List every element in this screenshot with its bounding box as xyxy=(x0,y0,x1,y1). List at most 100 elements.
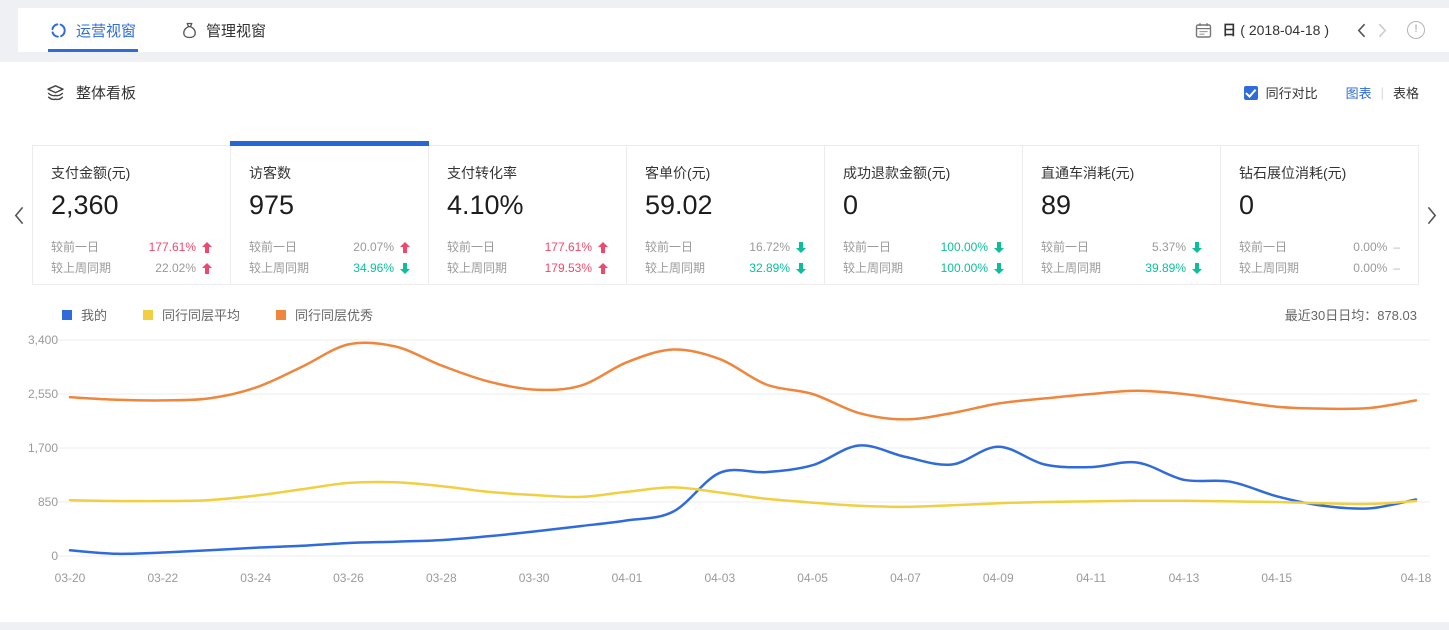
metric-card[interactable]: 成功退款金额(元)0较前一日100.00%较上周同期100.00% xyxy=(825,145,1023,285)
compare-value: 100.00% xyxy=(941,258,988,279)
x-tick-label: 03-30 xyxy=(519,571,550,585)
compare-row: 较前一日 100.00% xyxy=(843,237,1004,258)
y-tick-label: 3,400 xyxy=(28,333,58,347)
legend-swatch xyxy=(276,310,286,320)
compare-value-group: 5.37% xyxy=(1152,237,1202,258)
arrow-down-icon xyxy=(400,263,410,274)
compare-row: 较上周同期 22.02% xyxy=(51,258,212,279)
compare-value-group: 22.02% xyxy=(155,258,212,279)
metric-title: 访客数 xyxy=(249,163,410,183)
arrow-up-icon xyxy=(202,263,212,274)
metric-title: 钻石展位消耗(元) xyxy=(1239,163,1400,183)
legend-item[interactable]: 同行同层平均 xyxy=(143,305,240,324)
compare-row: 较上周同期39.89% xyxy=(1041,258,1202,279)
metric-value: 59.02 xyxy=(645,190,806,221)
cards-next-arrow[interactable] xyxy=(1419,206,1445,225)
avg-30day-note: 最近30日日均：878.03 xyxy=(1285,305,1417,324)
compare-label: 较前一日 xyxy=(1041,237,1089,258)
x-axis-labels: 03-2003-2203-2403-2603-2803-3004-0104-03… xyxy=(55,571,1432,585)
legend-swatch xyxy=(143,310,153,320)
x-tick-label: 04-13 xyxy=(1169,571,1200,585)
prev-date-button[interactable] xyxy=(1351,23,1372,38)
board-title: 整体看板 xyxy=(76,82,136,103)
top-navbar: 运营视窗 管理视窗 日 ( 2018-04-18 ) ! xyxy=(18,8,1449,52)
compare-label: 较前一日 xyxy=(645,237,693,258)
metric-title: 支付金额(元) xyxy=(51,163,212,183)
info-icon[interactable]: ! xyxy=(1407,21,1425,39)
view-tabs: 运营视窗 管理视窗 xyxy=(48,8,268,52)
metric-title: 客单价(元) xyxy=(645,163,806,183)
compare-row: 较上周同期 0.00%– xyxy=(1239,258,1400,279)
compare-label: 较前一日 xyxy=(843,237,891,258)
compare-row: 较前一日177.61% xyxy=(51,237,212,258)
arrow-up-icon xyxy=(400,242,410,253)
x-tick-label: 04-11 xyxy=(1076,571,1106,585)
board-header: 整体看板 同行对比 图表 | 表格 xyxy=(0,82,1449,103)
peer-compare-checkbox[interactable] xyxy=(1244,86,1258,100)
date-granularity-label[interactable]: 日 xyxy=(1222,20,1236,40)
metric-compare-rows: 较前一日 0.00%–较上周同期 0.00%– xyxy=(1239,237,1400,279)
legend-swatch xyxy=(62,310,72,320)
compare-label: 较前一日 xyxy=(249,237,297,258)
dashboard-panel: 整体看板 同行对比 图表 | 表格 支付金额(元)2,360较前一日177.61… xyxy=(0,62,1449,622)
compare-label: 较上周同期 xyxy=(51,258,111,279)
compare-value: 179.53% xyxy=(545,258,592,279)
compare-row: 较前一日 5.37% xyxy=(1041,237,1202,258)
board-controls: 同行对比 图表 | 表格 xyxy=(1244,83,1419,102)
tab-operations-view[interactable]: 运营视窗 xyxy=(48,8,138,52)
compare-value: 0.00% xyxy=(1353,258,1387,279)
metric-cards-carousel: 支付金额(元)2,360较前一日177.61%较上周同期22.02%访客数975… xyxy=(6,145,1445,285)
arrow-down-icon xyxy=(1192,263,1202,274)
x-tick-label: 03-28 xyxy=(426,571,457,585)
series-line-同行同层优秀 xyxy=(70,343,1416,420)
metric-card[interactable]: 支付金额(元)2,360较前一日177.61%较上周同期22.02% xyxy=(32,145,231,285)
compare-value: 34.96% xyxy=(353,258,394,279)
metric-card[interactable]: 钻石展位消耗(元)0较前一日0.00%–较上周同期0.00%– xyxy=(1221,145,1419,285)
compare-label: 较上周同期 xyxy=(1239,258,1299,279)
compare-value: 5.37% xyxy=(1152,237,1186,258)
compare-value: 100.00% xyxy=(941,237,988,258)
next-date-button[interactable] xyxy=(1372,23,1393,38)
arrow-down-icon xyxy=(796,263,806,274)
money-bag-icon xyxy=(182,22,197,39)
calendar-icon[interactable] xyxy=(1195,22,1212,39)
x-tick-label: 03-22 xyxy=(147,571,178,585)
metric-value: 0 xyxy=(843,190,1004,221)
legend-label: 同行同层优秀 xyxy=(295,305,373,324)
x-tick-label: 04-05 xyxy=(797,571,828,585)
x-tick-label: 04-01 xyxy=(612,571,643,585)
metric-compare-rows: 较前一日16.72%较上周同期32.89% xyxy=(645,237,806,279)
compare-value: 177.61% xyxy=(545,237,592,258)
metric-compare-rows: 较前一日 5.37%较上周同期39.89% xyxy=(1041,237,1202,279)
peer-compare-label[interactable]: 同行对比 xyxy=(1266,83,1318,102)
compare-label: 较上周同期 xyxy=(447,258,507,279)
trend-chart-container: 08501,7002,5503,40003-2003-2203-2403-260… xyxy=(0,328,1449,596)
compare-value-group: 20.07% xyxy=(353,237,410,258)
metric-compare-rows: 较前一日 20.07% 较上周同期 34.96% xyxy=(249,237,410,279)
x-tick-label: 03-26 xyxy=(333,571,364,585)
metric-title: 直通车消耗(元) xyxy=(1041,163,1202,183)
view-toggle-table[interactable]: 表格 xyxy=(1393,83,1419,102)
metric-card[interactable]: 客单价(元)59.02较前一日16.72%较上周同期32.89% xyxy=(627,145,825,285)
compare-label: 较前一日 xyxy=(447,237,495,258)
compare-label: 较上周同期 xyxy=(645,258,705,279)
compare-label: 较上周同期 xyxy=(249,258,309,279)
x-tick-label: 04-03 xyxy=(704,571,735,585)
compare-value-group: 16.72% xyxy=(749,237,806,258)
compare-row: 较前一日 20.07% xyxy=(249,237,410,258)
compare-label: 较前一日 xyxy=(1239,237,1287,258)
operations-circle-icon xyxy=(50,22,67,39)
y-axis-labels: 08501,7002,5503,400 xyxy=(28,333,58,563)
x-tick-label: 04-15 xyxy=(1261,571,1292,585)
no-change-dash-icon: – xyxy=(1393,258,1400,279)
metric-card[interactable]: 直通车消耗(元)89较前一日5.37%较上周同期39.89% xyxy=(1023,145,1221,285)
view-toggle-chart[interactable]: 图表 xyxy=(1346,83,1372,102)
date-range-value[interactable]: ( 2018-04-18 ) xyxy=(1240,22,1329,38)
tab-management-view[interactable]: 管理视窗 xyxy=(180,8,268,52)
metric-card[interactable]: 支付转化率4.10%较前一日177.61%较上周同期179.53% xyxy=(429,145,627,285)
legend-label: 我的 xyxy=(81,305,107,324)
legend-item[interactable]: 我的 xyxy=(62,305,107,324)
legend-item[interactable]: 同行同层优秀 xyxy=(276,305,373,324)
cards-prev-arrow[interactable] xyxy=(6,206,32,225)
metric-card[interactable]: 访客数975较前一日20.07%较上周同期34.96% xyxy=(231,145,429,285)
